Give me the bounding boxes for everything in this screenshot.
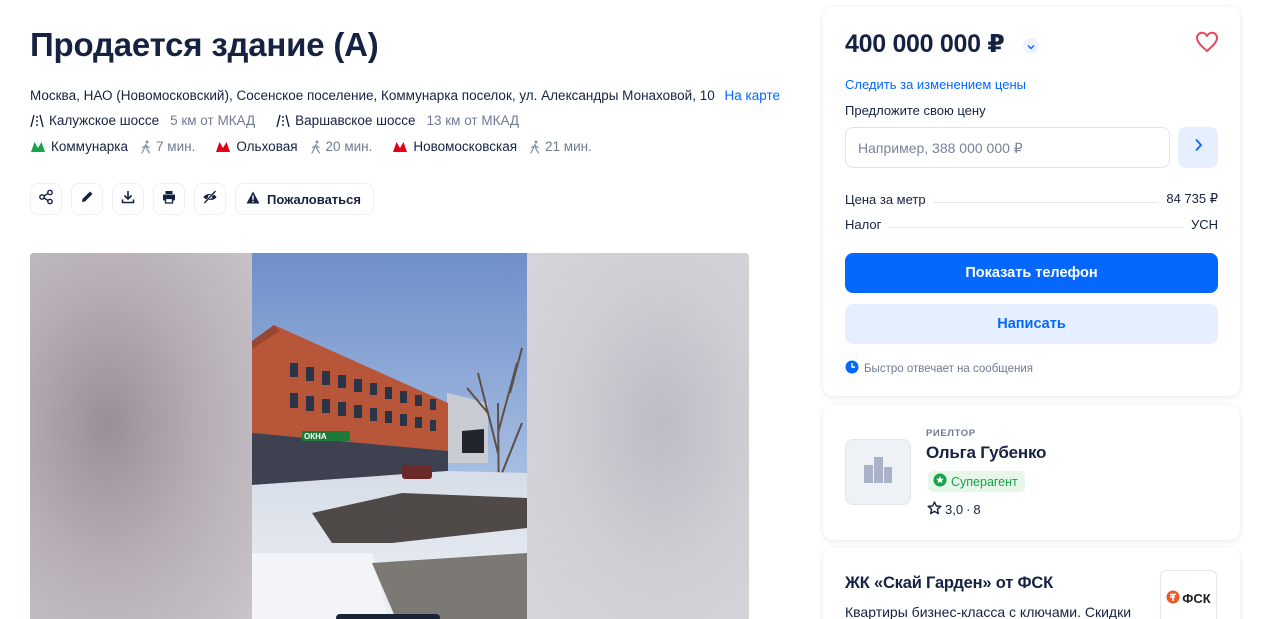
highway-name[interactable]: Калужское шоссе — [49, 113, 159, 128]
leader-dots — [889, 227, 1183, 228]
offer-submit-button[interactable] — [1178, 127, 1218, 168]
map-link[interactable]: На карте — [725, 88, 780, 103]
edit-icon — [79, 189, 95, 210]
show-phone-button[interactable]: Показать телефон — [845, 253, 1218, 293]
metro-icon — [215, 141, 231, 153]
star-badge-icon — [933, 473, 947, 490]
price: 400 000 000 ₽ — [845, 30, 1005, 58]
tax-row: Налог УСН — [845, 217, 1218, 232]
highway-distance: 5 км от МКАД — [170, 113, 256, 128]
promo-text: Квартиры бизнес-класса с ключами. Скидки — [845, 604, 1132, 619]
hide-icon — [202, 189, 218, 210]
price-card: 400 000 000 ₽ Следить за изменением цены… — [823, 7, 1240, 396]
price-per-meter-label: Цена за метр — [845, 192, 926, 207]
promo-card[interactable]: ЖК «Скай Гарден» от ФСК Квартиры бизнес-… — [823, 548, 1240, 619]
walk-icon — [140, 140, 152, 154]
offer-price-input[interactable] — [845, 127, 1170, 168]
warning-icon — [246, 191, 260, 207]
price-per-meter-value: 84 735 ₽ — [1166, 191, 1218, 206]
page-title: Продается здание (А) — [30, 26, 379, 63]
highway-name[interactable]: Варшавское шоссе — [295, 113, 415, 128]
avatar[interactable] — [845, 439, 911, 505]
heart-icon — [1195, 31, 1219, 57]
metro-station[interactable]: Новомосковская — [413, 139, 517, 154]
rating-value: 3,0 — [945, 502, 964, 517]
print-button[interactable] — [153, 183, 185, 215]
status-badge: Суперагент — [928, 471, 1025, 492]
tax-value: УСН — [1190, 217, 1218, 232]
price-history-dropdown[interactable] — [1023, 38, 1039, 54]
metro-station[interactable]: Ольховая — [236, 139, 297, 154]
track-price-link[interactable]: Следить за изменением цены — [845, 77, 1026, 92]
highway-icon — [30, 114, 44, 128]
agent-card[interactable]: РИЕЛТОР Ольга Губенко Суперагент 3,0 · 8 — [823, 405, 1240, 540]
walk-time: 7 мин. — [156, 139, 196, 154]
share-button[interactable] — [30, 183, 62, 215]
tax-label: Налог — [845, 217, 882, 232]
gallery-thumbnail-strip[interactable] — [336, 614, 440, 619]
promo-title[interactable]: ЖК «Скай Гарден» от ФСК — [845, 574, 1053, 593]
highway-icon — [276, 114, 290, 128]
highway-distance: 13 км от МКАД — [426, 113, 520, 128]
clock-icon — [845, 360, 859, 377]
star-icon — [927, 501, 942, 518]
address-text: Москва, НАО (Новомосковский), Сосенское … — [30, 88, 715, 103]
address: Москва, НАО (Новомосковский), Сосенское … — [30, 88, 780, 103]
complain-label: Пожаловаться — [267, 191, 361, 207]
badge-label: Суперагент — [951, 474, 1018, 489]
complain-button[interactable]: Пожаловаться — [235, 183, 374, 215]
fsk-logo-icon — [1166, 590, 1180, 607]
agent-rating[interactable]: 3,0 · 8 — [927, 501, 981, 518]
share-icon — [38, 189, 54, 210]
photo-gallery[interactable]: ОКНА — [30, 253, 749, 619]
walk-icon — [310, 140, 322, 154]
edit-button[interactable] — [71, 183, 103, 215]
gallery-blur-right — [527, 253, 749, 619]
chevron-right-icon — [1194, 138, 1203, 157]
logo-text: ФСК — [1182, 591, 1211, 606]
download-button[interactable] — [112, 183, 144, 215]
highways-row: Калужское шоссе 5 км от МКАД Варшавское … — [30, 113, 540, 128]
metro-row: Коммунарка 7 мин. Ольховая 20 мин. Новом… — [30, 139, 612, 154]
metro-station[interactable]: Коммунарка — [51, 139, 128, 154]
metro-icon — [392, 141, 408, 153]
chevron-down-icon — [1027, 37, 1035, 55]
price-per-meter-row: Цена за метр 84 735 ₽ — [845, 191, 1218, 207]
agent-name[interactable]: Ольга Губенко — [926, 443, 1046, 463]
gallery-blur-left — [30, 253, 252, 619]
svg-text:ОКНА: ОКНА — [304, 432, 327, 441]
fast-reply-text: Быстро отвечает на сообщения — [864, 362, 1034, 375]
walk-icon — [529, 140, 541, 154]
hide-button[interactable] — [194, 183, 226, 215]
favorite-button[interactable] — [1195, 31, 1219, 58]
building-icon — [862, 455, 894, 490]
write-message-button[interactable]: Написать — [845, 304, 1218, 344]
fast-reply-note: Быстро отвечает на сообщения — [845, 360, 1033, 377]
walk-time: 20 мин. — [325, 139, 373, 154]
offer-label: Предложите свою цену — [845, 103, 986, 118]
listing-toolbar: Пожаловаться — [30, 183, 374, 215]
agent-role: РИЕЛТОР — [926, 428, 976, 439]
metro-icon — [30, 141, 46, 153]
walk-time: 21 мин. — [545, 139, 592, 154]
developer-logo: ФСК — [1160, 570, 1217, 619]
leader-dots — [933, 202, 1159, 203]
building-photo[interactable]: ОКНА — [252, 253, 527, 619]
review-count: 8 — [973, 502, 981, 517]
download-icon — [120, 189, 136, 210]
rating-separator: · — [966, 502, 971, 517]
print-icon — [161, 189, 177, 210]
